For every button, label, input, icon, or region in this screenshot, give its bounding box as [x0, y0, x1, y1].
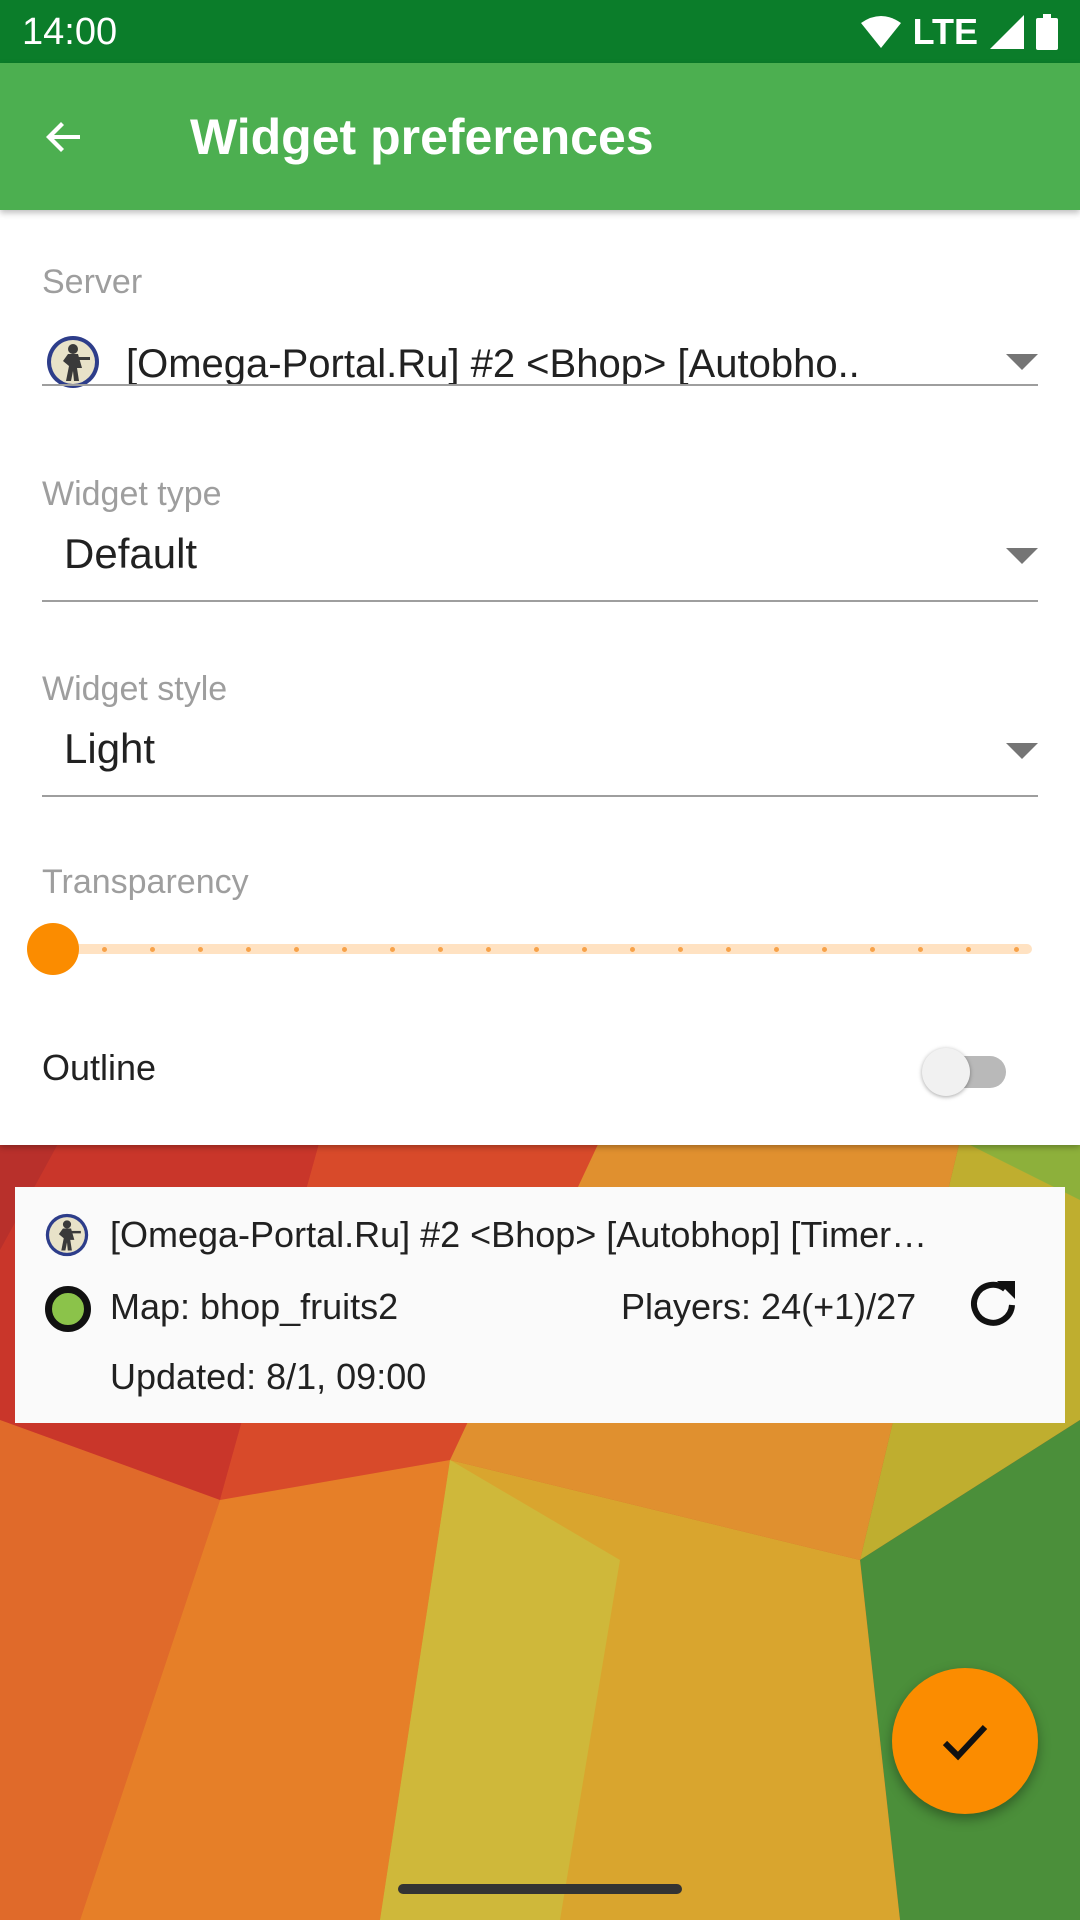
slider-tick — [582, 946, 587, 952]
transparency-label: Transparency — [42, 863, 249, 901]
slider-tick — [918, 946, 923, 952]
slider-tick — [774, 946, 779, 952]
status-bar: 14:00 LTE — [0, 0, 1080, 63]
widget-type-underline — [42, 600, 1038, 602]
server-game-icon — [47, 336, 99, 388]
chevron-down-icon — [1006, 548, 1038, 564]
widget-style-value: Light — [64, 725, 156, 772]
slider-tick — [246, 946, 251, 952]
server-dropdown[interactable]: Server [Omega-Portal.Ru] #2 <Bhop> [Auto… — [42, 260, 1038, 400]
slider-tick — [870, 946, 875, 952]
chevron-down-icon — [1006, 354, 1038, 370]
outline-label: Outline — [42, 1047, 157, 1088]
slider-tick — [198, 946, 203, 952]
screen: 14:00 LTE Widget preferences Server [Ome… — [0, 0, 1080, 1920]
widget-updated: Updated: 8/1, 09:00 — [110, 1356, 427, 1397]
server-label: Server — [42, 263, 143, 301]
server-game-icon — [45, 1213, 89, 1257]
slider-tick — [486, 946, 491, 952]
widget-players: Players: 24(+1)/27 — [621, 1286, 917, 1327]
confirm-button[interactable] — [892, 1668, 1038, 1814]
battery-icon — [1036, 14, 1058, 50]
slider-tick — [726, 946, 731, 952]
transparency-slider-thumb[interactable] — [27, 923, 79, 975]
signal-icon — [990, 15, 1024, 49]
outline-toggle[interactable] — [920, 1046, 1010, 1096]
widget-type-label: Widget type — [42, 475, 222, 513]
widget-type-value: Default — [64, 530, 198, 577]
widget-style-label: Widget style — [42, 670, 228, 708]
transparency-slider-track[interactable] — [52, 944, 1032, 954]
preferences-panel: Server [Omega-Portal.Ru] #2 <Bhop> [Auto… — [0, 210, 1080, 1145]
slider-tick — [438, 946, 443, 952]
slider-tick — [294, 946, 299, 952]
slider-tick — [534, 946, 539, 952]
chevron-down-icon — [1006, 743, 1038, 759]
slider-tick — [1014, 946, 1019, 952]
widget-server-name: [Omega-Portal.Ru] #2 <Bhop> [Autobhop] [… — [110, 1214, 928, 1255]
widget-style-underline — [42, 795, 1038, 797]
check-icon — [942, 1724, 988, 1761]
slider-tick — [678, 946, 683, 952]
arrow-back-icon — [46, 122, 80, 152]
refresh-icon[interactable] — [965, 1275, 1021, 1331]
slider-tick — [630, 946, 635, 952]
widget-preview: [Omega-Portal.Ru] #2 <Bhop> [Autobhop] [… — [15, 1187, 1065, 1423]
slider-tick — [966, 946, 971, 952]
slider-tick — [150, 946, 155, 952]
slider-tick — [390, 946, 395, 952]
slider-tick — [822, 946, 827, 952]
toggle-thumb — [922, 1048, 970, 1096]
widget-type-dropdown[interactable]: Widget type Default — [42, 472, 1038, 612]
status-time: 14:00 — [22, 11, 118, 53]
app-bar: Widget preferences — [0, 63, 1080, 210]
network-type-label: LTE — [912, 11, 978, 52]
back-button[interactable] — [30, 103, 98, 171]
slider-tick — [342, 946, 347, 952]
wifi-icon — [860, 16, 901, 48]
widget-style-dropdown[interactable]: Widget style Light — [42, 667, 1038, 807]
gesture-nav-handle[interactable] — [398, 1884, 682, 1894]
server-underline — [42, 384, 1038, 386]
server-value: [Omega-Portal.Ru] #2 <Bhop> [Autobho.. — [126, 342, 860, 386]
server-status-indicator — [45, 1286, 91, 1332]
widget-map: Map: bhop_fruits2 — [110, 1286, 399, 1327]
slider-tick — [102, 946, 107, 952]
status-icons: LTE — [860, 8, 1058, 56]
page-title: Widget preferences — [190, 109, 654, 165]
